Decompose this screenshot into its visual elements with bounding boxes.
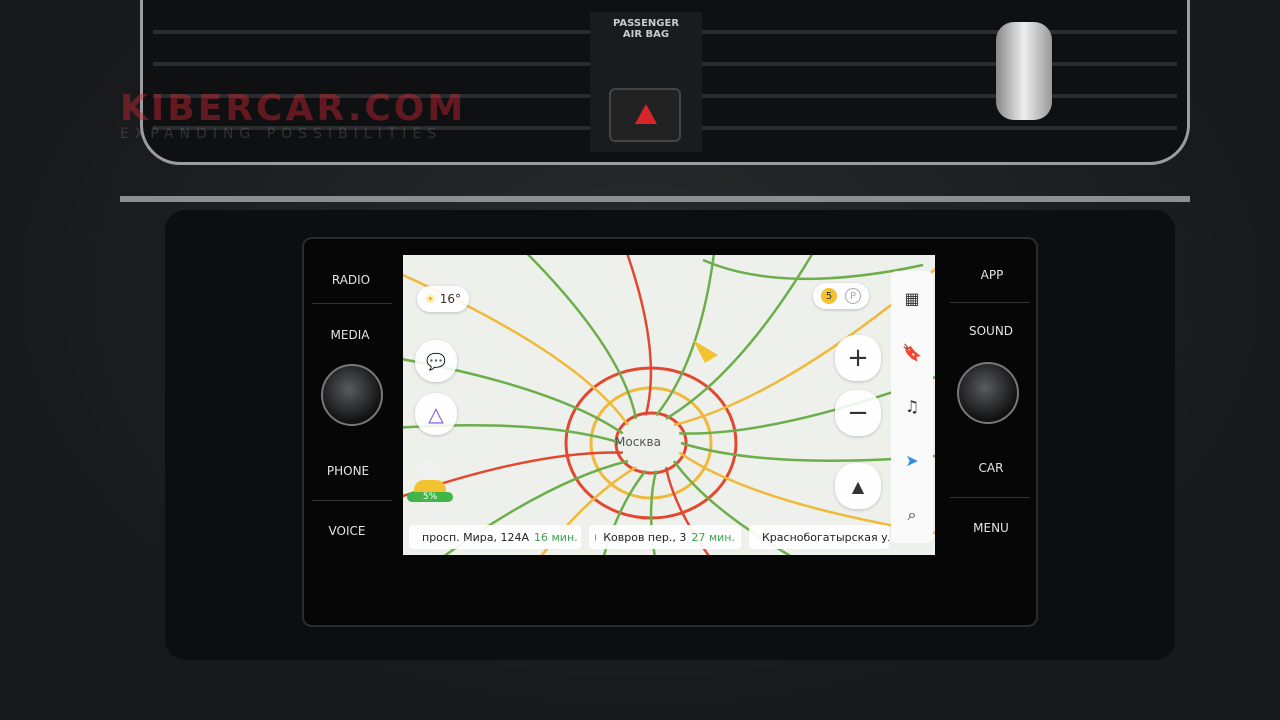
- destination-address: Ковров пер., 3: [603, 530, 687, 544]
- weather-widget[interactable]: ☀ 16°: [417, 286, 469, 312]
- chat-icon: 💬: [426, 351, 446, 371]
- zoom-out-button[interactable]: −: [835, 390, 881, 436]
- destination-item[interactable]: Ковров пер., 3 27 мин.: [589, 525, 741, 549]
- navigation-arrow-icon[interactable]: ➤: [905, 451, 918, 470]
- alice-button[interactable]: △: [415, 393, 457, 435]
- side-toolbar: ▦ 🔖 ♫ ➤ ⌕: [891, 271, 933, 543]
- airbag-label-2: AIR BAG: [622, 29, 670, 40]
- alerts-count[interactable]: 5: [821, 288, 837, 304]
- watermark: KIBERCAR.COM: [120, 88, 467, 129]
- compass-button[interactable]: ▲: [835, 463, 881, 509]
- trim-strip: [120, 196, 1190, 202]
- destination-item[interactable]: Краснобогатырская ул: [749, 525, 889, 549]
- parking-icon[interactable]: P: [845, 288, 861, 304]
- sun-icon: ☀: [424, 292, 436, 306]
- chat-button[interactable]: 💬: [415, 340, 457, 382]
- clock-icon: [595, 533, 597, 541]
- vehicle-position-arrow: [693, 340, 718, 363]
- destination-address: просп. Мира, 124А: [422, 530, 530, 544]
- radial-road: [626, 255, 653, 416]
- alerts-parking-widget[interactable]: 5 P: [813, 283, 869, 309]
- hazard-button[interactable]: [609, 88, 681, 142]
- airbag-label-1: PASSENGER: [612, 18, 680, 29]
- media-button[interactable]: MEDIA: [305, 328, 395, 342]
- car-button[interactable]: CAR: [946, 461, 1036, 475]
- user-avatar[interactable]: 5%: [407, 460, 453, 510]
- navigation-screen[interactable]: Москва ☀ 16° 💬 △ 5% 5 P + − ▲ ▦ 🔖 ♫ ➤ ⌕ …: [403, 255, 935, 555]
- menu-button[interactable]: MENU: [946, 521, 1036, 535]
- temperature: 16°: [439, 292, 462, 306]
- phone-button[interactable]: PHONE: [303, 464, 393, 478]
- hazard-icon: [635, 104, 657, 124]
- watermark-tagline: EXPANDING POSSIBILITIES: [120, 126, 443, 142]
- search-icon[interactable]: ⌕: [908, 505, 917, 525]
- music-icon[interactable]: ♫: [905, 397, 919, 416]
- radio-button[interactable]: RADIO: [306, 273, 396, 287]
- destination-eta: 16 мин.: [534, 530, 578, 544]
- sound-button[interactable]: SOUND: [946, 324, 1036, 338]
- tune-knob[interactable]: [957, 362, 1019, 424]
- city-label: Москва: [615, 435, 661, 449]
- mkad-road: [702, 258, 924, 281]
- voice-button[interactable]: VOICE: [302, 524, 392, 538]
- volume-knob[interactable]: [321, 364, 383, 426]
- air-freshener: [996, 22, 1052, 120]
- alice-icon: △: [428, 402, 444, 426]
- user-level-badge: 5%: [407, 492, 453, 502]
- app-button[interactable]: APP: [947, 268, 1037, 282]
- destination-address: Краснобогатырская ул: [762, 530, 889, 544]
- apps-grid-icon[interactable]: ▦: [904, 289, 919, 308]
- destination-item[interactable]: просп. Мира, 124А 16 мин.: [409, 525, 581, 549]
- north-arrow-icon: ▲: [851, 476, 865, 496]
- destination-eta: 27 мин.: [691, 530, 735, 544]
- zoom-in-button[interactable]: +: [835, 335, 881, 381]
- bookmark-icon[interactable]: 🔖: [902, 343, 922, 362]
